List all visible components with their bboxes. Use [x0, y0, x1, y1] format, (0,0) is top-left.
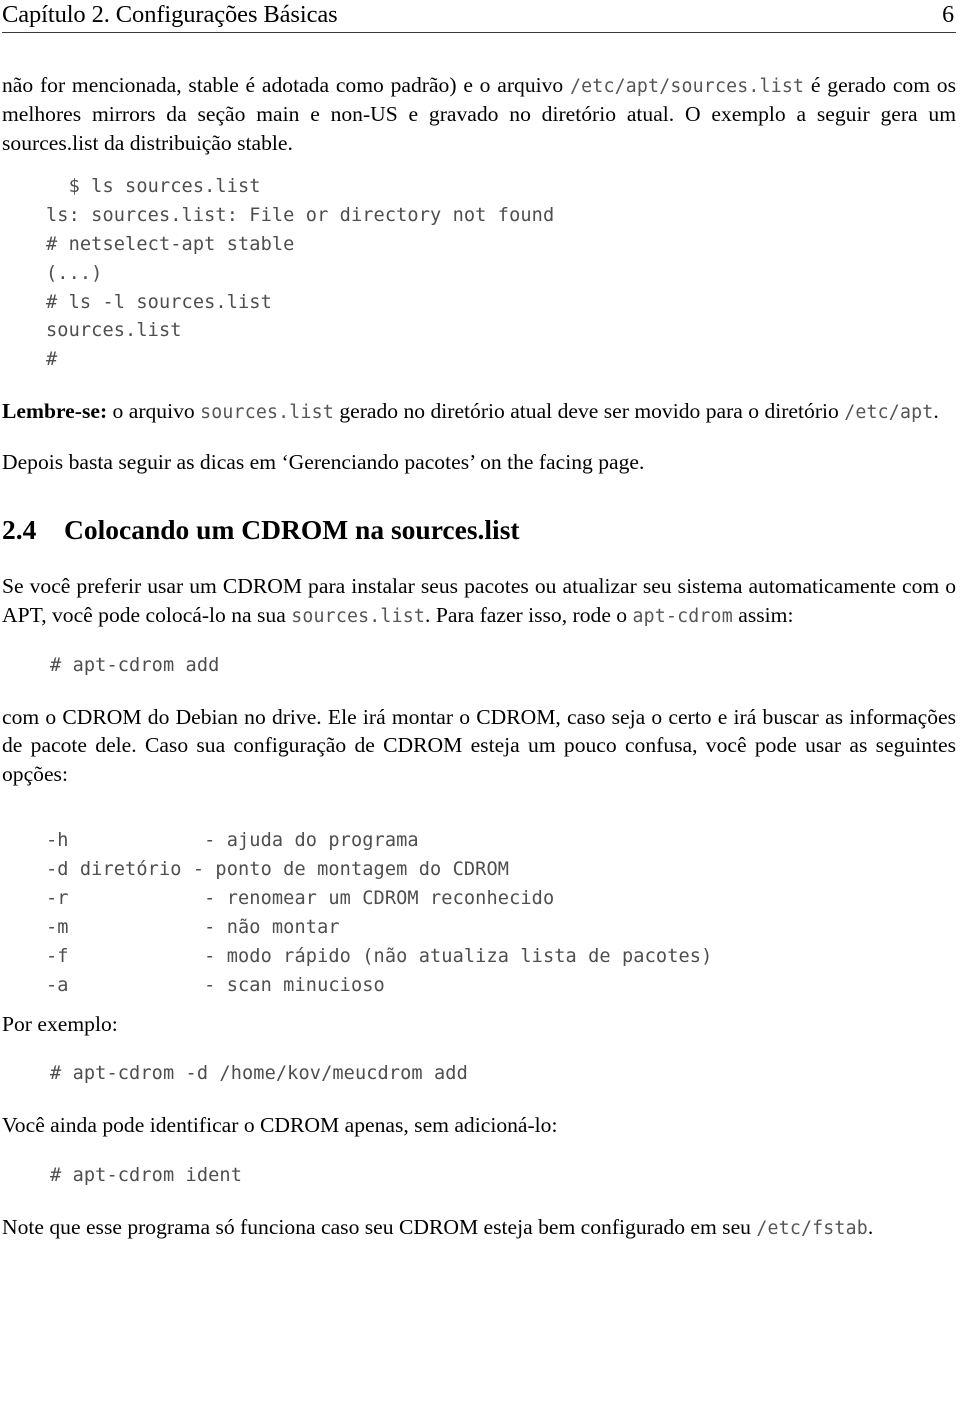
section-heading-2-4: 2.4 Colocando um CDROM na sources.list [2, 513, 956, 545]
code-block-apt-cdrom-options: -h - ajuda do programa -d diretório - po… [46, 830, 713, 996]
code-block-netselect-apt: $ ls sources.list ls: sources.list: File… [46, 175, 555, 371]
page-header: Capítulo 2. Configurações Básicas 6 [2, 0, 956, 28]
page-number: 6 [942, 2, 954, 28]
remember-label: Lembre-se: [2, 399, 108, 424]
remember-text-part-3: . [933, 399, 939, 424]
intro-paragraph: não for mencionada, stable é adotada com… [2, 71, 956, 157]
remember-inline-code-sources-list: sources.list [200, 402, 334, 424]
intro-inline-code-path: /etc/apt/sources.list [570, 76, 805, 98]
remember-text-part-2: gerado no diretório atual deve ser movid… [333, 399, 845, 424]
tip-paragraph: Depois basta seguir as dicas em ‘Gerenci… [2, 450, 645, 475]
note-paragraph: Note que esse programa só funciona caso … [2, 1213, 956, 1242]
note-inline-code-etc-fstab: /etc/fstab [756, 1217, 868, 1239]
example-label-paragraph: Por exemplo: [2, 1011, 118, 1036]
drive-paragraph: com o CDROM do Debian no drive. Ele irá … [2, 704, 956, 787]
cdrom-text-part-3: assim: [732, 602, 794, 627]
note-text-part-2: . [867, 1214, 874, 1239]
remember-inline-code-etc-apt: /etc/apt [844, 402, 934, 424]
cdrom-inline-code-sources-list: sources.list [291, 605, 426, 627]
code-block-apt-cdrom-add: # apt-cdrom add [50, 654, 220, 676]
intro-text-part-1: não for mencionada, stable é adotada com… [2, 73, 570, 98]
note-text-part-1: Note que esse programa só funciona caso … [2, 1214, 757, 1239]
section-title: Colocando um CDROM na sources.list [64, 513, 520, 545]
cdrom-text-part-2: . Para fazer isso, rode o [425, 602, 633, 627]
code-block-apt-cdrom-dir-add: # apt-cdrom -d /home/kov/meucdrom add [50, 1063, 468, 1085]
code-block-apt-cdrom-ident: # apt-cdrom ident [50, 1165, 243, 1187]
section-number: 2.4 [2, 513, 37, 545]
cdrom-intro-paragraph: Se você preferir usar um CDROM para inst… [2, 572, 956, 630]
ident-paragraph: Você ainda pode identificar o CDROM apen… [2, 1113, 558, 1138]
document-page: Capítulo 2. Configurações Básicas 6 não … [0, 0, 960, 1412]
header-chapter-title: Capítulo 2. Configurações Básicas [2, 1, 338, 28]
cdrom-inline-code-apt-cdrom: apt-cdrom [632, 605, 733, 627]
remember-text-part-1: o arquivo [107, 399, 201, 424]
remember-note-paragraph: Lembre-se: o arquivo sources.list gerado… [2, 397, 956, 426]
